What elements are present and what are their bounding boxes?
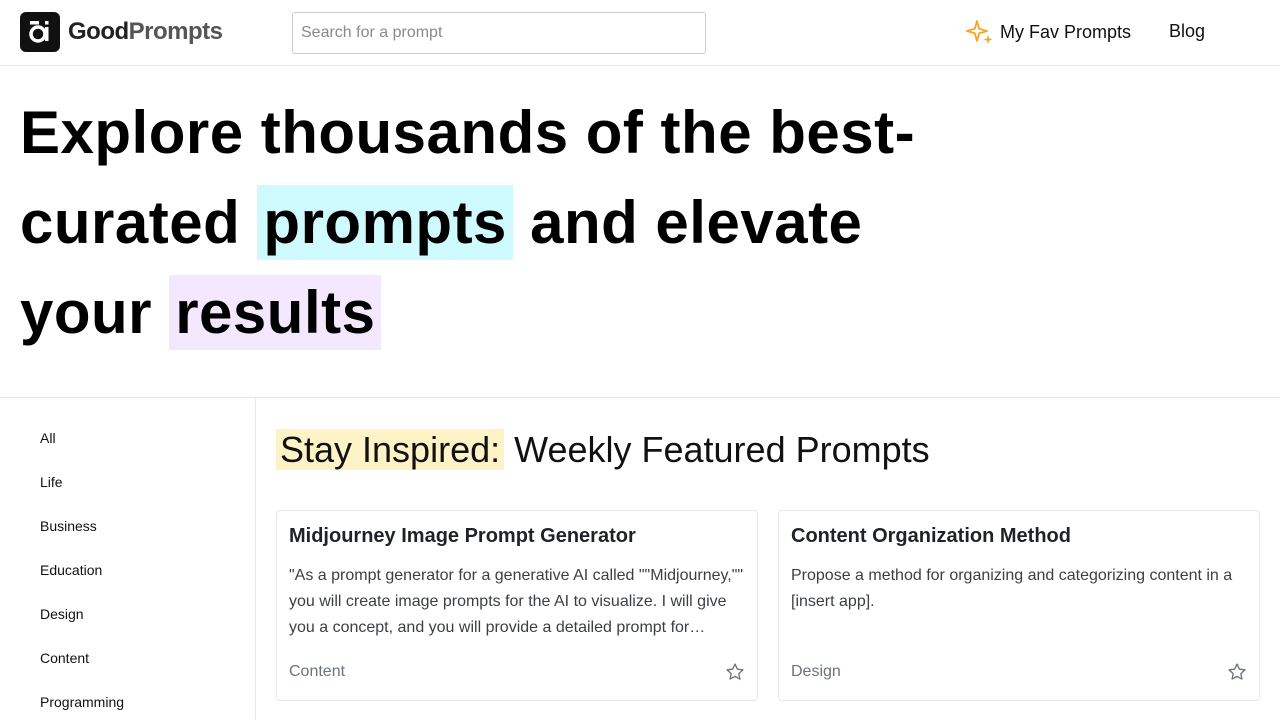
favorite-star-icon[interactable] — [725, 662, 745, 682]
hero-headline: Explore thousands of the best-curated pr… — [20, 88, 940, 358]
logo-mark-icon — [20, 12, 60, 52]
logo-prompts-text: Prompts — [128, 18, 223, 45]
hero-highlight-prompts: prompts — [257, 185, 513, 260]
logo-wordmark: GoodPrompts — [68, 12, 223, 52]
nav-fav-label: My Fav Prompts — [1000, 21, 1132, 42]
favorite-star-icon[interactable] — [1227, 662, 1247, 682]
hero-highlight-results: results — [169, 275, 382, 350]
sidebar-item-programming[interactable]: Programming — [40, 694, 124, 710]
featured-section-title: Stay Inspired: Weekly Featured Prompts — [276, 426, 930, 474]
prompt-card-category: Design — [791, 663, 841, 680]
prompt-card[interactable]: Midjourney Image Prompt Generator "As a … — [276, 510, 758, 701]
prompt-card-description: Propose a method for organizing and cate… — [791, 567, 1233, 610]
sidebar-item-design[interactable]: Design — [40, 606, 84, 622]
logo[interactable]: GoodPrompts — [20, 12, 223, 52]
sidebar-item-education[interactable]: Education — [40, 562, 102, 578]
sparkle-icon — [966, 20, 993, 44]
logo-good-text: Good — [68, 18, 129, 45]
prompt-card-description: "As a prompt generator for a generative … — [289, 567, 744, 636]
nav-blog-link[interactable]: Blog — [1169, 21, 1205, 42]
prompt-card-title: Midjourney Image Prompt Generator — [289, 525, 636, 547]
sidebar-item-business[interactable]: Business — [40, 518, 97, 534]
nav-my-fav-prompts[interactable]: My Fav Prompts — [966, 18, 1131, 46]
featured-title-rest: Weekly Featured Prompts — [504, 429, 930, 470]
featured-title-highlight: Stay Inspired: — [276, 429, 505, 470]
sidebar-item-content[interactable]: Content — [40, 650, 89, 666]
category-sidebar: All Life Business Education Design Conte… — [0, 398, 256, 720]
prompt-card-category: Content — [289, 663, 346, 680]
sidebar-item-all[interactable]: All — [40, 430, 56, 446]
top-header: GoodPrompts My Fav Prompts Blog — [0, 0, 1280, 66]
prompt-card-title: Content Organization Method — [791, 525, 1071, 547]
prompt-card[interactable]: Content Organization Method Propose a me… — [778, 510, 1260, 701]
sidebar-item-life[interactable]: Life — [40, 474, 63, 490]
search-input[interactable] — [292, 12, 706, 54]
